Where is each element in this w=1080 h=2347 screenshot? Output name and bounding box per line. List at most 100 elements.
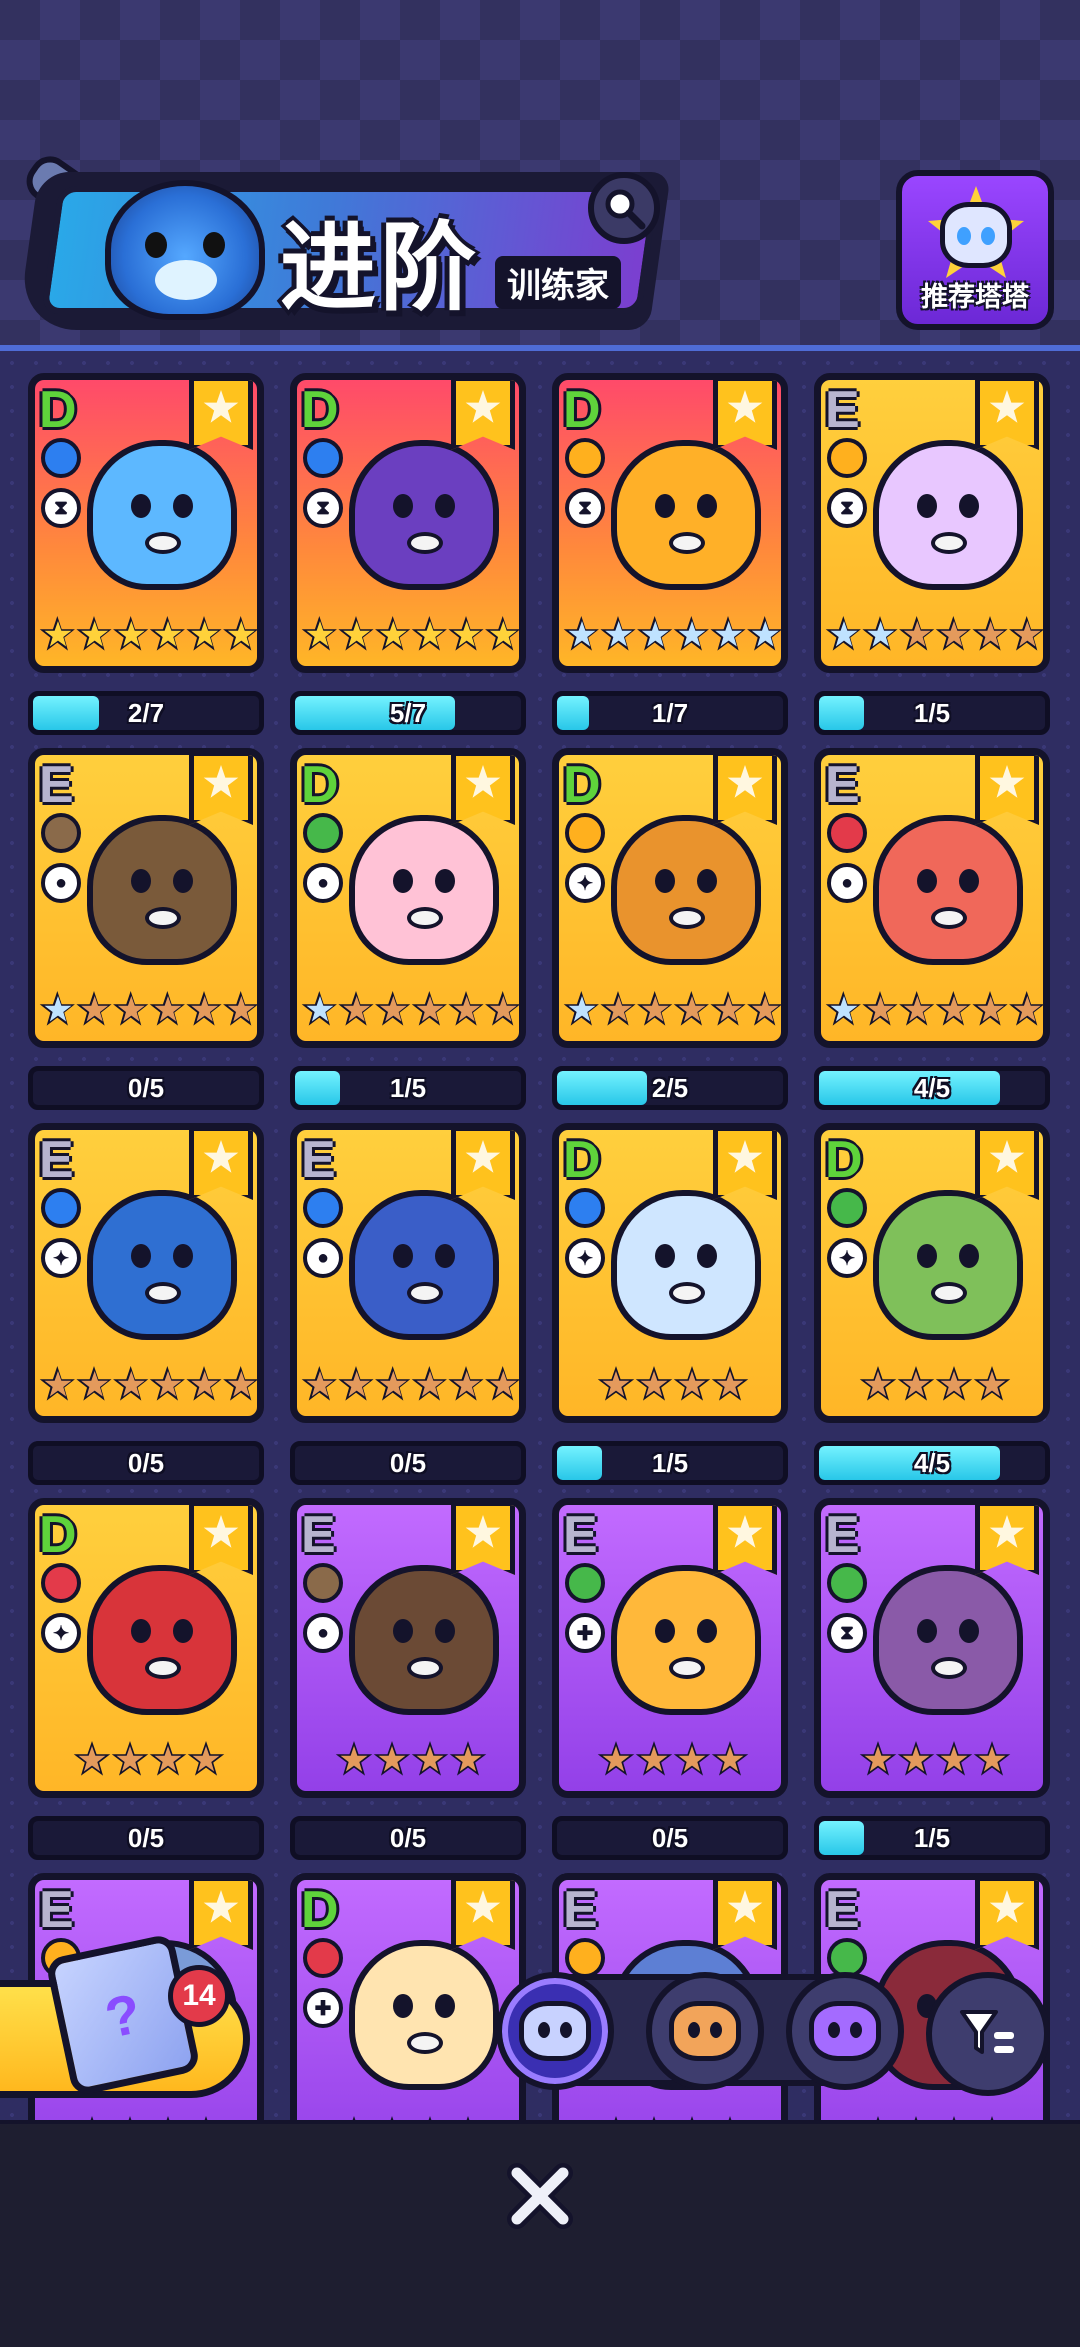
fire-element-icon — [41, 1563, 81, 1603]
star-icon — [825, 616, 861, 651]
creature-card[interactable]: E ● 0/5 — [290, 1498, 526, 1860]
bust-role-icon: ● — [303, 1613, 343, 1653]
runner-role-icon: ✦ — [565, 1238, 605, 1278]
star-icon — [411, 1366, 447, 1401]
star-icon — [711, 1741, 749, 1776]
creature-art — [349, 1940, 499, 2090]
card-portrait: E ✦ — [28, 1123, 264, 1423]
creature-art — [873, 1190, 1023, 1340]
bust-role-icon: ● — [303, 863, 343, 903]
tab-star-cat[interactable] — [786, 1972, 904, 2090]
creature-card[interactable]: E ● 4/5 — [814, 748, 1050, 1110]
progress-text: 0/5 — [389, 1447, 427, 1478]
plus-role-icon: ✚ — [303, 1988, 343, 2028]
star-icon — [149, 1741, 187, 1776]
star-icon — [39, 616, 75, 651]
creature-card[interactable]: E ● 0/5 — [28, 748, 264, 1110]
filter-icon — [960, 2010, 1014, 2054]
star-icon — [747, 616, 781, 651]
star-rating — [825, 616, 1043, 662]
star-icon — [411, 1741, 449, 1776]
creature-card[interactable]: D ⧗ 2/7 — [28, 373, 264, 735]
runner-role-icon: ✦ — [41, 1613, 81, 1653]
star-icon — [223, 991, 257, 1026]
leaf-element-icon — [303, 813, 343, 853]
water-element-icon — [565, 1188, 605, 1228]
bear-face-icon — [669, 2001, 741, 2061]
leaf-element-icon — [565, 1563, 605, 1603]
star-icon — [448, 616, 484, 651]
creature-art — [611, 440, 761, 590]
leaf-element-icon — [827, 1563, 867, 1603]
shard-progress-bar: 0/5 — [290, 1816, 526, 1860]
star-icon — [485, 991, 519, 1026]
star-icon — [187, 1741, 225, 1776]
card-portrait: E ● — [290, 1498, 526, 1798]
star-icon — [600, 991, 636, 1026]
creature-card[interactable]: E ✦ 0/5 — [28, 1123, 264, 1485]
progress-text: 0/5 — [127, 1447, 165, 1478]
lightning-element-icon — [565, 1938, 605, 1978]
filter-button[interactable] — [926, 1972, 1050, 2096]
progress-text: 4/5 — [913, 1447, 951, 1478]
star-icon — [113, 1366, 149, 1401]
leaf-element-icon — [827, 1188, 867, 1228]
progress-text: 1/5 — [913, 1822, 951, 1853]
creature-card[interactable]: D ✦ 2/5 — [552, 748, 788, 1110]
star-icon — [448, 1366, 484, 1401]
rank-letter: E — [825, 1506, 860, 1564]
hourglass-role-icon: ⧗ — [827, 488, 867, 528]
star-icon — [76, 991, 112, 1026]
creature-card[interactable]: D ● 1/5 — [290, 748, 526, 1110]
runner-role-icon: ✦ — [565, 863, 605, 903]
star-icon — [338, 1366, 374, 1401]
creature-card[interactable]: E ● 0/5 — [290, 1123, 526, 1485]
star-icon — [186, 1366, 222, 1401]
close-button[interactable] — [498, 2154, 582, 2238]
star-icon — [597, 1366, 635, 1401]
star-rating — [39, 1741, 257, 1787]
rank-letter: E — [563, 1506, 598, 1564]
tab-bear[interactable] — [646, 1972, 764, 2090]
fire-element-icon — [303, 1938, 343, 1978]
star-icon — [449, 1741, 487, 1776]
card-grid[interactable]: D ⧗ 2/7 D ⧗ 5/7 D ⧗ 1/7 E ⧗ 1/5 E ● 0/5 D ● 1/5 D ✦ 2/5 E ● 4/5… — [0, 345, 1080, 2120]
creature-card[interactable]: E ✚ 0/5 — [552, 1498, 788, 1860]
progress-text: 1/5 — [913, 697, 951, 728]
creature-card[interactable]: D ✦ 1/5 — [552, 1123, 788, 1485]
star-icon — [301, 991, 337, 1026]
star-icon — [635, 1366, 673, 1401]
progress-text: 2/7 — [127, 697, 165, 728]
creature-card[interactable]: D ⧗ 1/7 — [552, 373, 788, 735]
creature-art — [349, 815, 499, 965]
rank-letter: D — [563, 381, 601, 439]
recommend-button[interactable]: 推荐塔塔 — [896, 170, 1054, 330]
star-icon — [1009, 991, 1043, 1026]
creature-card[interactable]: D ⧗ 5/7 — [290, 373, 526, 735]
star-icon — [711, 1366, 749, 1401]
creature-card[interactable]: D ✦ 0/5 — [28, 1498, 264, 1860]
creature-art — [873, 815, 1023, 965]
rank-letter: D — [563, 756, 601, 814]
tab-cat[interactable] — [496, 1972, 614, 2090]
water-element-icon — [41, 1188, 81, 1228]
shard-progress-bar: 1/5 — [290, 1066, 526, 1110]
creature-card[interactable]: D ✚ — [290, 1873, 526, 2120]
star-icon — [301, 1366, 337, 1401]
card-portrait: E ✚ — [552, 1498, 788, 1798]
earth-element-icon — [303, 1563, 343, 1603]
star-rating — [563, 1741, 781, 1787]
notification-badge: 14 — [168, 1965, 230, 2027]
search-button[interactable] — [588, 172, 660, 244]
hourglass-role-icon: ⧗ — [565, 488, 605, 528]
creature-card[interactable]: D ✦ 4/5 — [814, 1123, 1050, 1485]
star-rating — [825, 991, 1043, 1037]
star-icon — [149, 616, 185, 651]
star-icon — [935, 1366, 973, 1401]
robot-cat-icon — [940, 202, 1012, 268]
creature-card[interactable]: E ⧗ 1/5 — [814, 373, 1050, 735]
card-portrait: D ✦ — [552, 1123, 788, 1423]
creature-card[interactable]: E ⧗ 1/5 — [814, 1498, 1050, 1860]
star-icon — [375, 616, 411, 651]
star-icon — [338, 616, 374, 651]
